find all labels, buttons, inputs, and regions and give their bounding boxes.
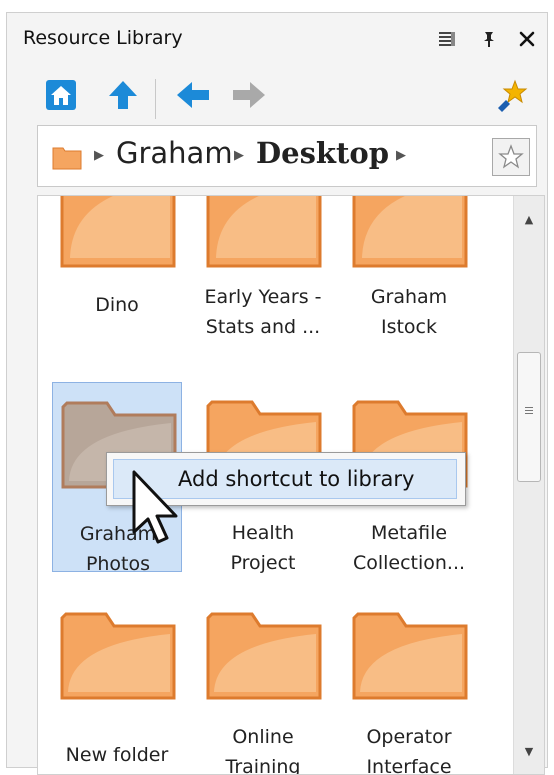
breadcrumb-item-graham[interactable]: Graham — [116, 136, 233, 170]
up-arrow-icon[interactable] — [103, 75, 143, 115]
folder-icon — [60, 196, 176, 268]
folder-item-online-training[interactable]: Online Training — [198, 594, 328, 775]
breadcrumb-arrow-icon[interactable]: ▶ — [396, 148, 406, 163]
breadcrumb: ▶ Graham ▶ Desktop ▶ — [37, 125, 537, 187]
folder-label: Training — [225, 756, 301, 775]
folder-icon — [352, 612, 468, 700]
folder-label: Collection... — [352, 552, 466, 574]
folder-label: Stats and ... — [205, 316, 321, 338]
folder-label: Interface — [366, 756, 452, 775]
breadcrumb-arrow-icon[interactable]: ▶ — [234, 148, 244, 163]
panel-title: Resource Library — [23, 27, 183, 49]
folder-label: Online — [232, 726, 294, 748]
breadcrumb-arrow-icon[interactable]: ▶ — [94, 148, 104, 163]
menu-item-add-shortcut[interactable]: Add shortcut to library — [113, 459, 457, 499]
context-menu: Add shortcut to library — [106, 452, 466, 506]
vertical-scrollbar[interactable]: ▲ ▼ — [513, 196, 544, 774]
home-icon[interactable] — [41, 75, 81, 115]
folder-label: Early Years - — [204, 286, 322, 308]
folder-label: Graham — [370, 286, 448, 308]
menu-item-label: Add shortcut to library — [178, 467, 415, 491]
folder-label: Operator — [366, 726, 452, 748]
pin-star-icon[interactable] — [491, 75, 531, 115]
pin-icon[interactable] — [475, 25, 503, 53]
folder-icon — [352, 196, 468, 268]
folder-label: Dino — [95, 294, 139, 316]
folder-icon — [206, 612, 322, 700]
folder-item-graham-istock[interactable]: Graham Istock — [344, 196, 474, 362]
forward-arrow-icon[interactable] — [229, 75, 269, 115]
folder-icon — [206, 196, 322, 268]
folder-label: Photos — [85, 553, 151, 575]
breadcrumb-item-desktop[interactable]: Desktop — [256, 136, 389, 170]
folder-item-dino[interactable]: Dino — [52, 196, 182, 362]
scroll-down-arrow-icon[interactable]: ▼ — [514, 736, 544, 766]
folder-item-early-years[interactable]: Early Years - Stats and ... — [198, 196, 328, 362]
list-menu-icon[interactable] — [433, 25, 461, 53]
folder-item-new-folder[interactable]: New folder — [52, 594, 182, 774]
resource-library-panel: Resource Library ▶ Graham ▶ Desktop ▶ Di… — [6, 12, 548, 775]
folder-label: Project — [230, 552, 296, 574]
folder-icon — [60, 612, 176, 700]
back-arrow-icon[interactable] — [173, 75, 213, 115]
folder-icon — [52, 144, 82, 174]
title-bar: Resource Library — [7, 13, 547, 65]
folder-label: Graham — [79, 523, 157, 545]
scroll-up-arrow-icon[interactable]: ▲ — [514, 204, 544, 234]
close-icon[interactable] — [513, 25, 541, 53]
folder-label: Metafile — [370, 522, 448, 544]
toolbar-separator — [155, 79, 156, 119]
folder-label: Istock — [380, 316, 438, 338]
navigation-toolbar — [7, 69, 547, 121]
folder-label: Health — [231, 522, 295, 544]
star-icon[interactable] — [492, 138, 530, 176]
grip-icon — [525, 407, 533, 416]
folder-item-operator-interface[interactable]: Operator Interface — [344, 594, 474, 775]
folder-label: New folder — [65, 744, 169, 766]
scroll-thumb[interactable] — [517, 352, 541, 482]
